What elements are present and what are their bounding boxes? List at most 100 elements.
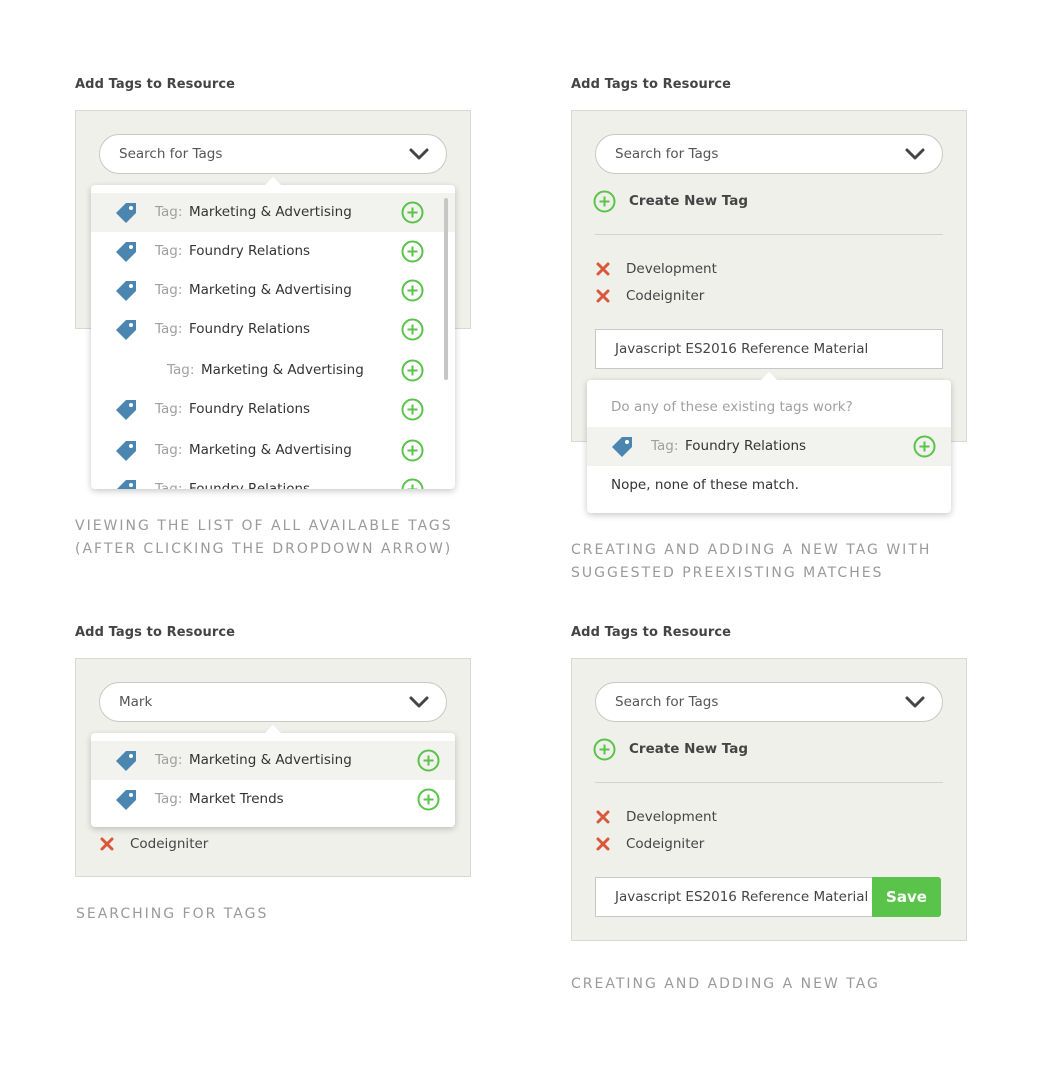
tag-option-row[interactable]: Tag: Marketing & Advertising bbox=[91, 271, 455, 310]
tag-name: Foundry Relations bbox=[189, 401, 311, 417]
tag-option-row[interactable]: Tag: Marketing & Advertising bbox=[91, 351, 455, 390]
create-new-tag-button[interactable]: Create New Tag bbox=[629, 741, 748, 757]
suggested-tag-row[interactable]: Tag: Foundry Relations bbox=[587, 427, 951, 466]
plus-circle-icon[interactable] bbox=[417, 749, 440, 772]
tag-icon bbox=[114, 398, 138, 420]
create-search-placeholder: Search for Tags bbox=[615, 694, 719, 710]
tag-icon bbox=[114, 749, 138, 771]
selected-tag: Codeigniter bbox=[626, 288, 705, 304]
tag-option-row[interactable]: Tag: Marketing & Advertising bbox=[91, 431, 455, 470]
tag-prefix: Tag: bbox=[167, 362, 195, 378]
create-search-input[interactable]: Search for Tags bbox=[595, 682, 943, 722]
suggest-dropdown: Do any of these existing tags work? Tag:… bbox=[587, 372, 951, 513]
panel-browse-caption: VIEWING THE LIST OF ALL AVAILABLE TAGS (… bbox=[75, 515, 453, 561]
tag-name: Marketing & Advertising bbox=[189, 282, 352, 298]
divider bbox=[595, 782, 943, 783]
browse-tag-dropdown: Tag: Marketing & Advertising Tag: Foundr… bbox=[91, 177, 455, 489]
caption-line: CREATING AND ADDING A NEW TAG WITH bbox=[571, 542, 932, 558]
caption-line: SEARCHING FOR TAGS bbox=[76, 906, 269, 922]
caption-line: VIEWING THE LIST OF ALL AVAILABLE TAGS bbox=[75, 518, 453, 534]
save-button[interactable]: Save bbox=[872, 877, 941, 917]
tag-prefix: Tag: bbox=[155, 321, 183, 337]
tag-icon bbox=[114, 318, 138, 340]
plus-circle-icon[interactable] bbox=[401, 240, 424, 263]
tag-icon bbox=[114, 788, 138, 810]
plus-circle-icon[interactable] bbox=[401, 439, 424, 462]
plus-circle-icon[interactable] bbox=[593, 738, 616, 761]
selected-tag: Codeigniter bbox=[130, 836, 209, 852]
create-new-tag-button[interactable]: Create New Tag bbox=[629, 193, 748, 209]
x-icon[interactable] bbox=[596, 262, 610, 276]
browse-tag-list: Tag: Marketing & Advertising Tag: Foundr… bbox=[91, 185, 455, 489]
panel-suggest-heading: Add Tags to Resource bbox=[571, 77, 732, 92]
panel-browse-heading: Add Tags to Resource bbox=[75, 77, 236, 92]
suggest-search-input[interactable]: Search for Tags bbox=[595, 134, 943, 174]
caption-line: (AFTER CLICKING THE DROPDOWN ARROW) bbox=[75, 541, 453, 557]
panel-create-caption: CREATING AND ADDING A NEW TAG bbox=[571, 973, 880, 996]
plus-circle-icon[interactable] bbox=[401, 359, 424, 382]
tag-icon bbox=[610, 435, 634, 457]
panel-search-heading: Add Tags to Resource bbox=[75, 625, 236, 640]
tag-prefix: Tag: bbox=[155, 401, 183, 417]
dropdown-scrollbar[interactable] bbox=[444, 198, 448, 380]
tag-option-row[interactable]: Tag: Foundry Relations bbox=[91, 390, 455, 429]
chevron-down-icon[interactable] bbox=[904, 147, 926, 161]
tag-option-row[interactable]: Tag: Foundry Relations bbox=[91, 232, 455, 271]
tag-name: Foundry Relations bbox=[189, 481, 311, 489]
plus-circle-icon[interactable] bbox=[593, 190, 616, 213]
x-icon[interactable] bbox=[596, 810, 610, 824]
new-tag-value: Javascript ES2016 Reference Material bbox=[615, 341, 869, 357]
tag-option-row[interactable]: Tag: Market Trends bbox=[91, 780, 455, 819]
tag-search-input[interactable]: Mark bbox=[99, 682, 447, 722]
panel-search-caption: SEARCHING FOR TAGS bbox=[76, 903, 268, 926]
plus-circle-icon[interactable] bbox=[401, 398, 424, 421]
suggest-question: Do any of these existing tags work? bbox=[611, 399, 853, 415]
tag-prefix: Tag: bbox=[155, 442, 183, 458]
plus-circle-icon[interactable] bbox=[401, 478, 424, 489]
caption-line: CREATING AND ADDING A NEW TAG bbox=[571, 976, 880, 992]
x-icon[interactable] bbox=[100, 837, 114, 851]
plus-circle-icon[interactable] bbox=[401, 201, 424, 224]
divider bbox=[595, 234, 943, 235]
caption-line: SUGGESTED PREEXISTING MATCHES bbox=[571, 565, 884, 581]
suggest-search-placeholder: Search for Tags bbox=[615, 146, 719, 162]
chevron-down-icon[interactable] bbox=[408, 695, 430, 709]
tag-option-row[interactable]: Tag: Foundry Relations bbox=[91, 470, 455, 489]
tag-prefix: Tag: bbox=[155, 204, 183, 220]
browse-search-placeholder: Search for Tags bbox=[119, 146, 223, 162]
x-icon[interactable] bbox=[596, 837, 610, 851]
browse-search-input[interactable]: Search for Tags bbox=[99, 134, 447, 174]
tag-option-row[interactable]: Tag: Marketing & Advertising bbox=[91, 741, 455, 780]
x-icon[interactable] bbox=[596, 289, 610, 303]
new-tag-input[interactable]: Javascript ES2016 Reference Material bbox=[595, 329, 943, 369]
tag-name: Foundry Relations bbox=[685, 438, 807, 454]
tag-prefix: Tag: bbox=[155, 282, 183, 298]
plus-circle-icon[interactable] bbox=[401, 279, 424, 302]
plus-circle-icon[interactable] bbox=[401, 318, 424, 341]
selected-tag: Codeigniter bbox=[626, 836, 705, 852]
tag-icon bbox=[114, 279, 138, 301]
search-results-dropdown: Tag: Marketing & Advertising Tag: Market… bbox=[91, 725, 455, 827]
tag-name: Marketing & Advertising bbox=[189, 204, 352, 220]
new-tag-value: Javascript ES2016 Reference Material bbox=[615, 889, 869, 905]
selected-tag: Development bbox=[626, 261, 717, 277]
search-results-list: Tag: Marketing & Advertising Tag: Market… bbox=[91, 733, 455, 827]
plus-circle-icon[interactable] bbox=[417, 788, 440, 811]
new-tag-input[interactable]: Javascript ES2016 Reference Material bbox=[595, 877, 873, 917]
tag-prefix: Tag: bbox=[155, 481, 183, 489]
plus-circle-icon[interactable] bbox=[913, 435, 936, 458]
tag-name: Foundry Relations bbox=[189, 243, 311, 259]
selected-tag: Development bbox=[626, 809, 717, 825]
chevron-down-icon[interactable] bbox=[408, 147, 430, 161]
no-match-option[interactable]: Nope, none of these match. bbox=[611, 477, 799, 493]
tag-name: Market Trends bbox=[189, 791, 284, 807]
tag-name: Foundry Relations bbox=[189, 321, 311, 337]
panel-create-heading: Add Tags to Resource bbox=[571, 625, 732, 640]
tag-icon bbox=[114, 240, 138, 262]
tag-option-row[interactable]: Tag: Marketing & Advertising bbox=[91, 193, 455, 232]
tag-prefix: Tag: bbox=[155, 243, 183, 259]
tag-option-row[interactable]: Tag: Foundry Relations bbox=[91, 310, 455, 349]
tag-name: Marketing & Advertising bbox=[189, 752, 352, 768]
chevron-down-icon[interactable] bbox=[904, 695, 926, 709]
panel-suggest-caption: CREATING AND ADDING A NEW TAG WITH SUGGE… bbox=[571, 539, 931, 585]
